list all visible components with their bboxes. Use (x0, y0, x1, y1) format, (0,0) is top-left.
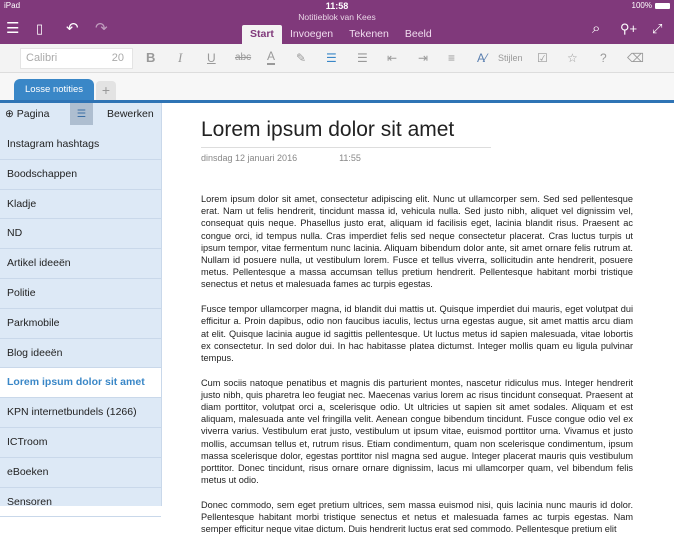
font-size[interactable]: 20 (112, 49, 124, 68)
help-button[interactable]: ? (600, 49, 607, 67)
title-bar: iPad 11:58 100% Notitieblok van Kees ☰ ▯… (0, 0, 674, 44)
page-list: Instagram hashtags Boodschappen Kladje ND Ar… (0, 130, 161, 518)
undo-icon[interactable]: ↶ (66, 20, 79, 38)
add-section-button[interactable]: + (96, 81, 116, 101)
search-icon[interactable]: ⌕ (592, 20, 600, 38)
styles-button[interactable]: Stijlen (498, 49, 523, 67)
format-toolbar: Calibri 20 B I U abc A ✎ ☰ ☰ ⇤ ⇥ ≡ A⁄ Sti… (0, 44, 674, 73)
redo-icon[interactable]: ↷ (95, 20, 108, 38)
page-list-item[interactable]: Boodschappen (0, 160, 161, 190)
list-view-icon[interactable]: ☰ (70, 103, 93, 125)
star-icon[interactable]: ☆ (567, 49, 578, 67)
clock: 11:58 (325, 1, 349, 11)
battery-label: 100% (631, 1, 652, 10)
page-list-item[interactable]: Politie (0, 279, 161, 309)
edit-button[interactable]: Bewerken (107, 103, 154, 125)
fullscreen-icon[interactable]: ⤢ (652, 20, 662, 38)
italic-button[interactable]: I (178, 49, 182, 67)
add-page-label: Pagina (16, 108, 50, 120)
font-name: Calibri (26, 52, 58, 64)
bold-button[interactable]: B (146, 49, 155, 67)
notebook-icon[interactable]: ▯ (36, 20, 43, 38)
page-list-item[interactable]: Kladje (0, 190, 161, 220)
sidebar-header: ⊕ Pagina ☰ Bewerken (0, 103, 161, 125)
align-icon[interactable]: ≡ (448, 49, 455, 67)
page-timestamp: dinsdag 12 januari 2016 11:55 (201, 153, 633, 163)
share-user-icon[interactable]: ⚲+ (620, 20, 637, 38)
page-time: 11:55 (339, 153, 361, 163)
paragraph[interactable]: Donec commodo, sem eget pretium ultrices… (201, 499, 633, 536)
font-color-button[interactable]: A (267, 49, 276, 65)
page-list-item[interactable]: ICTroom (0, 428, 161, 458)
section-tab-losse-notities[interactable]: Losse notities (14, 79, 94, 101)
menu-icon[interactable]: ☰ (6, 20, 19, 38)
underline-button[interactable]: U (207, 49, 216, 67)
add-page-button[interactable]: ⊕ Pagina (5, 103, 49, 125)
plus-circle-icon: ⊕ (5, 108, 14, 120)
font-selector[interactable]: Calibri 20 (20, 48, 133, 69)
tab-start[interactable]: Start (242, 25, 282, 44)
checkbox-icon[interactable]: ☑ (537, 49, 548, 67)
page-list-item[interactable]: Blog ideeën (0, 339, 161, 369)
page-list-item[interactable]: KPN internetbundels (1266) (0, 398, 161, 428)
page-list-item[interactable]: Sensoren (0, 488, 161, 518)
page-list-item[interactable]: Instagram hashtags (0, 130, 161, 160)
page-list-item[interactable]: Parkmobile (0, 309, 161, 339)
page-list-item[interactable]: ND (0, 219, 161, 250)
strikethrough-button[interactable]: abc (235, 49, 251, 67)
styles-icon[interactable]: A⁄ (477, 49, 487, 67)
page-list-item[interactable]: Artikel ideeën (0, 249, 161, 279)
note-page[interactable]: Lorem ipsum dolor sit amet dinsdag 12 ja… (201, 118, 633, 536)
tab-beeld[interactable]: Beeld (397, 25, 440, 44)
page-list-item[interactable]: Lorem ipsum dolor sit amet (0, 368, 161, 399)
paragraph[interactable]: Lorem ipsum dolor sit amet, consectetur … (201, 193, 633, 291)
battery-icon (655, 3, 670, 9)
outdent-icon[interactable]: ⇤ (387, 49, 397, 67)
numbered-list-icon[interactable]: ☰ (357, 49, 368, 67)
page-title[interactable]: Lorem ipsum dolor sit amet (201, 118, 491, 148)
page-list-sidebar: ⊕ Pagina ☰ Bewerken Instagram hashtags Bo… (0, 103, 162, 518)
paragraph[interactable]: Fusce tempor ullamcorper magna, id bland… (201, 303, 633, 364)
tab-invoegen[interactable]: Invoegen (282, 25, 341, 44)
bullet-list-icon[interactable]: ☰ (326, 49, 337, 67)
tab-tekenen[interactable]: Tekenen (341, 25, 397, 44)
ribbon-tabs: Start Invoegen Tekenen Beeld (242, 25, 440, 44)
highlight-icon[interactable]: ✎ (296, 49, 306, 67)
paragraph[interactable]: Cum sociis natoque penatibus et magnis d… (201, 377, 633, 487)
section-tabs: Losse notities + (0, 73, 674, 101)
indent-icon[interactable]: ⇥ (418, 49, 428, 67)
page-list-item[interactable]: eBoeken (0, 458, 161, 488)
tag-icon[interactable]: ⌫ (627, 49, 644, 67)
page-date: dinsdag 12 januari 2016 (201, 153, 298, 163)
